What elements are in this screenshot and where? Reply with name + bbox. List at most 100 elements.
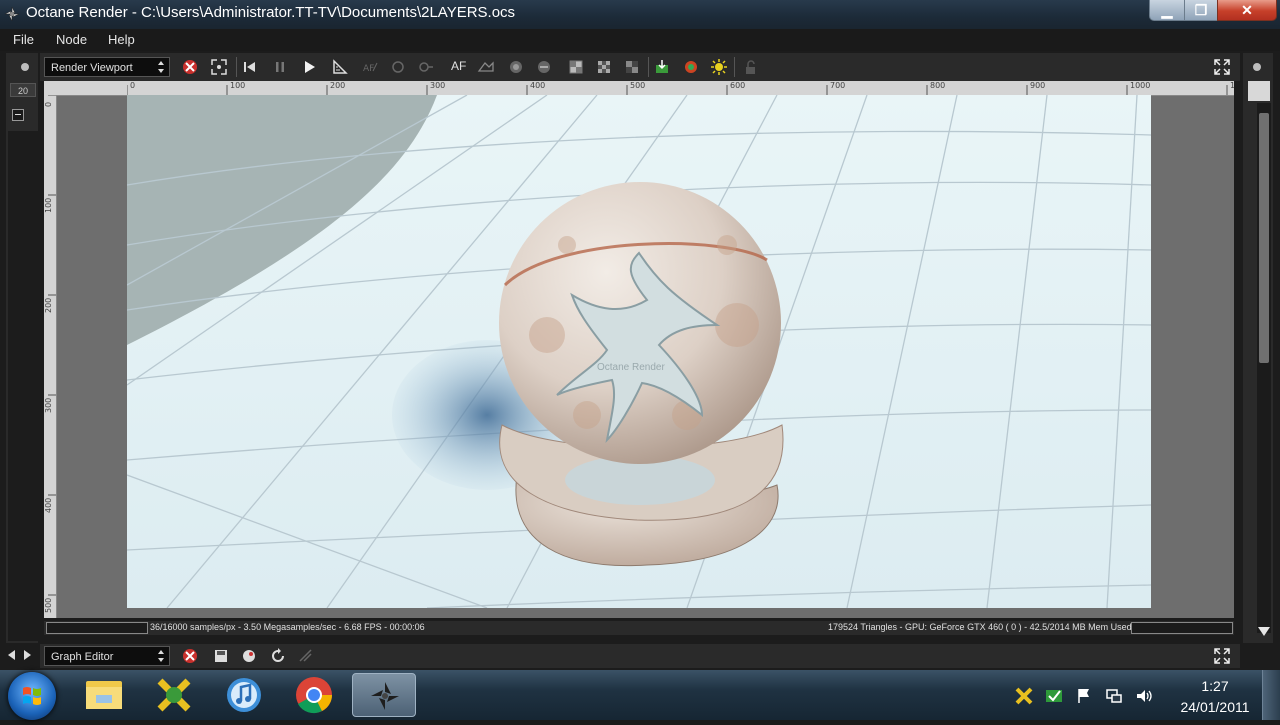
divider [236, 57, 237, 77]
right-panel [1243, 53, 1273, 643]
close-button[interactable]: ✕ [1217, 0, 1277, 21]
ruler-h-tick: 200 [330, 81, 346, 90]
collapse-icon[interactable] [12, 109, 24, 121]
save-image-icon[interactable] [652, 57, 672, 77]
play-icon[interactable] [299, 57, 319, 77]
render-image[interactable]: Octane Render [127, 95, 1151, 608]
viewport-select[interactable]: Render Viewport [44, 57, 170, 77]
restart-render-icon[interactable] [240, 57, 260, 77]
alpha-background-icon[interactable] [566, 57, 586, 77]
tray-xsplit-icon[interactable] [1014, 686, 1034, 706]
divider [734, 57, 735, 77]
display-mode-icon[interactable] [622, 57, 642, 77]
camera-icon[interactable] [476, 57, 496, 77]
svg-text:AF: AF [363, 64, 374, 74]
taskbar-octane[interactable] [352, 673, 416, 717]
render-watermark: Octane Render [597, 362, 665, 373]
ruler-h-tick: 600 [730, 81, 746, 90]
taskbar-explorer[interactable] [72, 673, 136, 717]
ruler-h-tick: 0 [130, 81, 136, 90]
ruler-corner [44, 81, 127, 96]
windows-logo-icon [23, 687, 41, 705]
left-panel-dot-icon[interactable] [21, 63, 29, 71]
scroll-down-arrow-icon[interactable] [1258, 627, 1270, 636]
scroll-left-arrow-icon[interactable] [8, 650, 15, 660]
graph-node-icon[interactable] [239, 646, 259, 666]
graph-editor-select-value: Graph Editor [51, 651, 114, 663]
pause-icon[interactable] [270, 57, 290, 77]
itunes-icon [227, 678, 261, 712]
start-button[interactable] [8, 672, 56, 720]
film-region-icon[interactable] [534, 57, 554, 77]
memory-bar [1131, 622, 1233, 634]
maximize-graph-icon[interactable] [1212, 646, 1232, 666]
title-bar: Octane Render - C:\Users\Administrator.T… [0, 0, 1280, 29]
ruler-h-tick: 400 [530, 81, 546, 90]
graph-editor-toolbar: Graph Editor [40, 644, 1240, 668]
graph-editor-select[interactable]: Graph Editor [44, 646, 170, 666]
chrome-icon [296, 677, 332, 714]
tray-check-icon[interactable] [1044, 686, 1064, 706]
ruler-v-tick: 300 [44, 397, 53, 413]
horizontal-ruler: 0 100 200 300 400 500 600 700 800 900 10… [127, 81, 1234, 96]
denoise-icon[interactable] [681, 57, 701, 77]
ruler-h-tick: 1 [1230, 81, 1234, 90]
ruler-v-tick: 400 [44, 497, 53, 513]
xsplit-icon [157, 678, 191, 712]
taskbar-chrome[interactable] [282, 673, 346, 717]
menu-help[interactable]: Help [108, 32, 135, 47]
octane-app-icon[interactable] [3, 5, 21, 23]
right-panel-tab-icon[interactable] [1248, 81, 1270, 101]
left-panel-tab[interactable]: 20 [10, 83, 36, 97]
vertical-ruler: 0 100 200 300 400 500 [44, 95, 57, 618]
maximize-button[interactable]: ❐ [1184, 0, 1218, 21]
autofocus-button[interactable]: AF [451, 59, 466, 73]
show-desktop-button[interactable] [1262, 670, 1280, 720]
volume-icon[interactable] [1134, 686, 1154, 706]
object-pick-icon[interactable] [416, 57, 436, 77]
af-pick-icon[interactable]: AF [360, 57, 380, 77]
close-graph-icon[interactable] [180, 646, 200, 666]
maximize-viewport-icon[interactable] [1212, 57, 1232, 77]
menu-bar: File Node Help [0, 29, 1280, 51]
action-center-flag-icon[interactable] [1074, 686, 1094, 706]
minimize-button[interactable]: ▁ [1149, 0, 1185, 21]
taskbar-itunes[interactable] [212, 673, 276, 717]
lock-icon[interactable] [740, 57, 760, 77]
right-panel-dot-icon[interactable] [1253, 63, 1261, 71]
clock-date[interactable]: 24/01/2011 [1172, 699, 1258, 715]
close-tab-icon[interactable] [180, 57, 200, 77]
save-graph-icon[interactable] [211, 646, 231, 666]
octane-icon [371, 682, 399, 710]
left-panel: 20 [6, 53, 38, 643]
region-render-icon[interactable] [506, 57, 526, 77]
right-scrollbar[interactable] [1257, 103, 1271, 633]
fit-view-icon[interactable] [209, 57, 229, 77]
network-icon[interactable] [1104, 686, 1124, 706]
light-icon[interactable] [709, 57, 729, 77]
checker-icon[interactable] [594, 57, 614, 77]
ruler-h-tick: 1000 [1130, 81, 1151, 90]
menu-file[interactable]: File [13, 32, 34, 47]
scroll-thumb[interactable] [1259, 113, 1269, 363]
refresh-graph-icon[interactable] [268, 646, 288, 666]
window-title: Octane Render - C:\Users\Administrator.T… [26, 4, 516, 21]
ruler-h-tick: 100 [230, 81, 246, 90]
ruler-h-tick: 800 [930, 81, 946, 90]
menu-node[interactable]: Node [56, 32, 87, 47]
ruler-h-tick: 500 [630, 81, 646, 90]
material-pick-icon[interactable] [388, 57, 408, 77]
gpu-stats: 179524 Triangles - GPU: GeForce GTX 460 … [828, 622, 1132, 632]
clock-time[interactable]: 1:27 [1190, 678, 1240, 694]
disabled-tool-icon[interactable] [296, 646, 316, 666]
ruler-v-tick: 0 [44, 101, 53, 107]
render-status-bar: 36/16000 samples/px - 3.50 Megasamples/s… [44, 621, 1234, 635]
ruler-v-tick: 500 [44, 597, 53, 613]
updown-arrows-icon [158, 650, 164, 662]
ruler-v-tick: 200 [44, 297, 53, 313]
measure-icon[interactable] [330, 57, 350, 77]
ruler-h-tick: 300 [430, 81, 446, 90]
taskbar-app-x[interactable] [142, 673, 206, 717]
ruler-h-tick: 700 [830, 81, 846, 90]
scroll-right-arrow-icon[interactable] [24, 650, 31, 660]
